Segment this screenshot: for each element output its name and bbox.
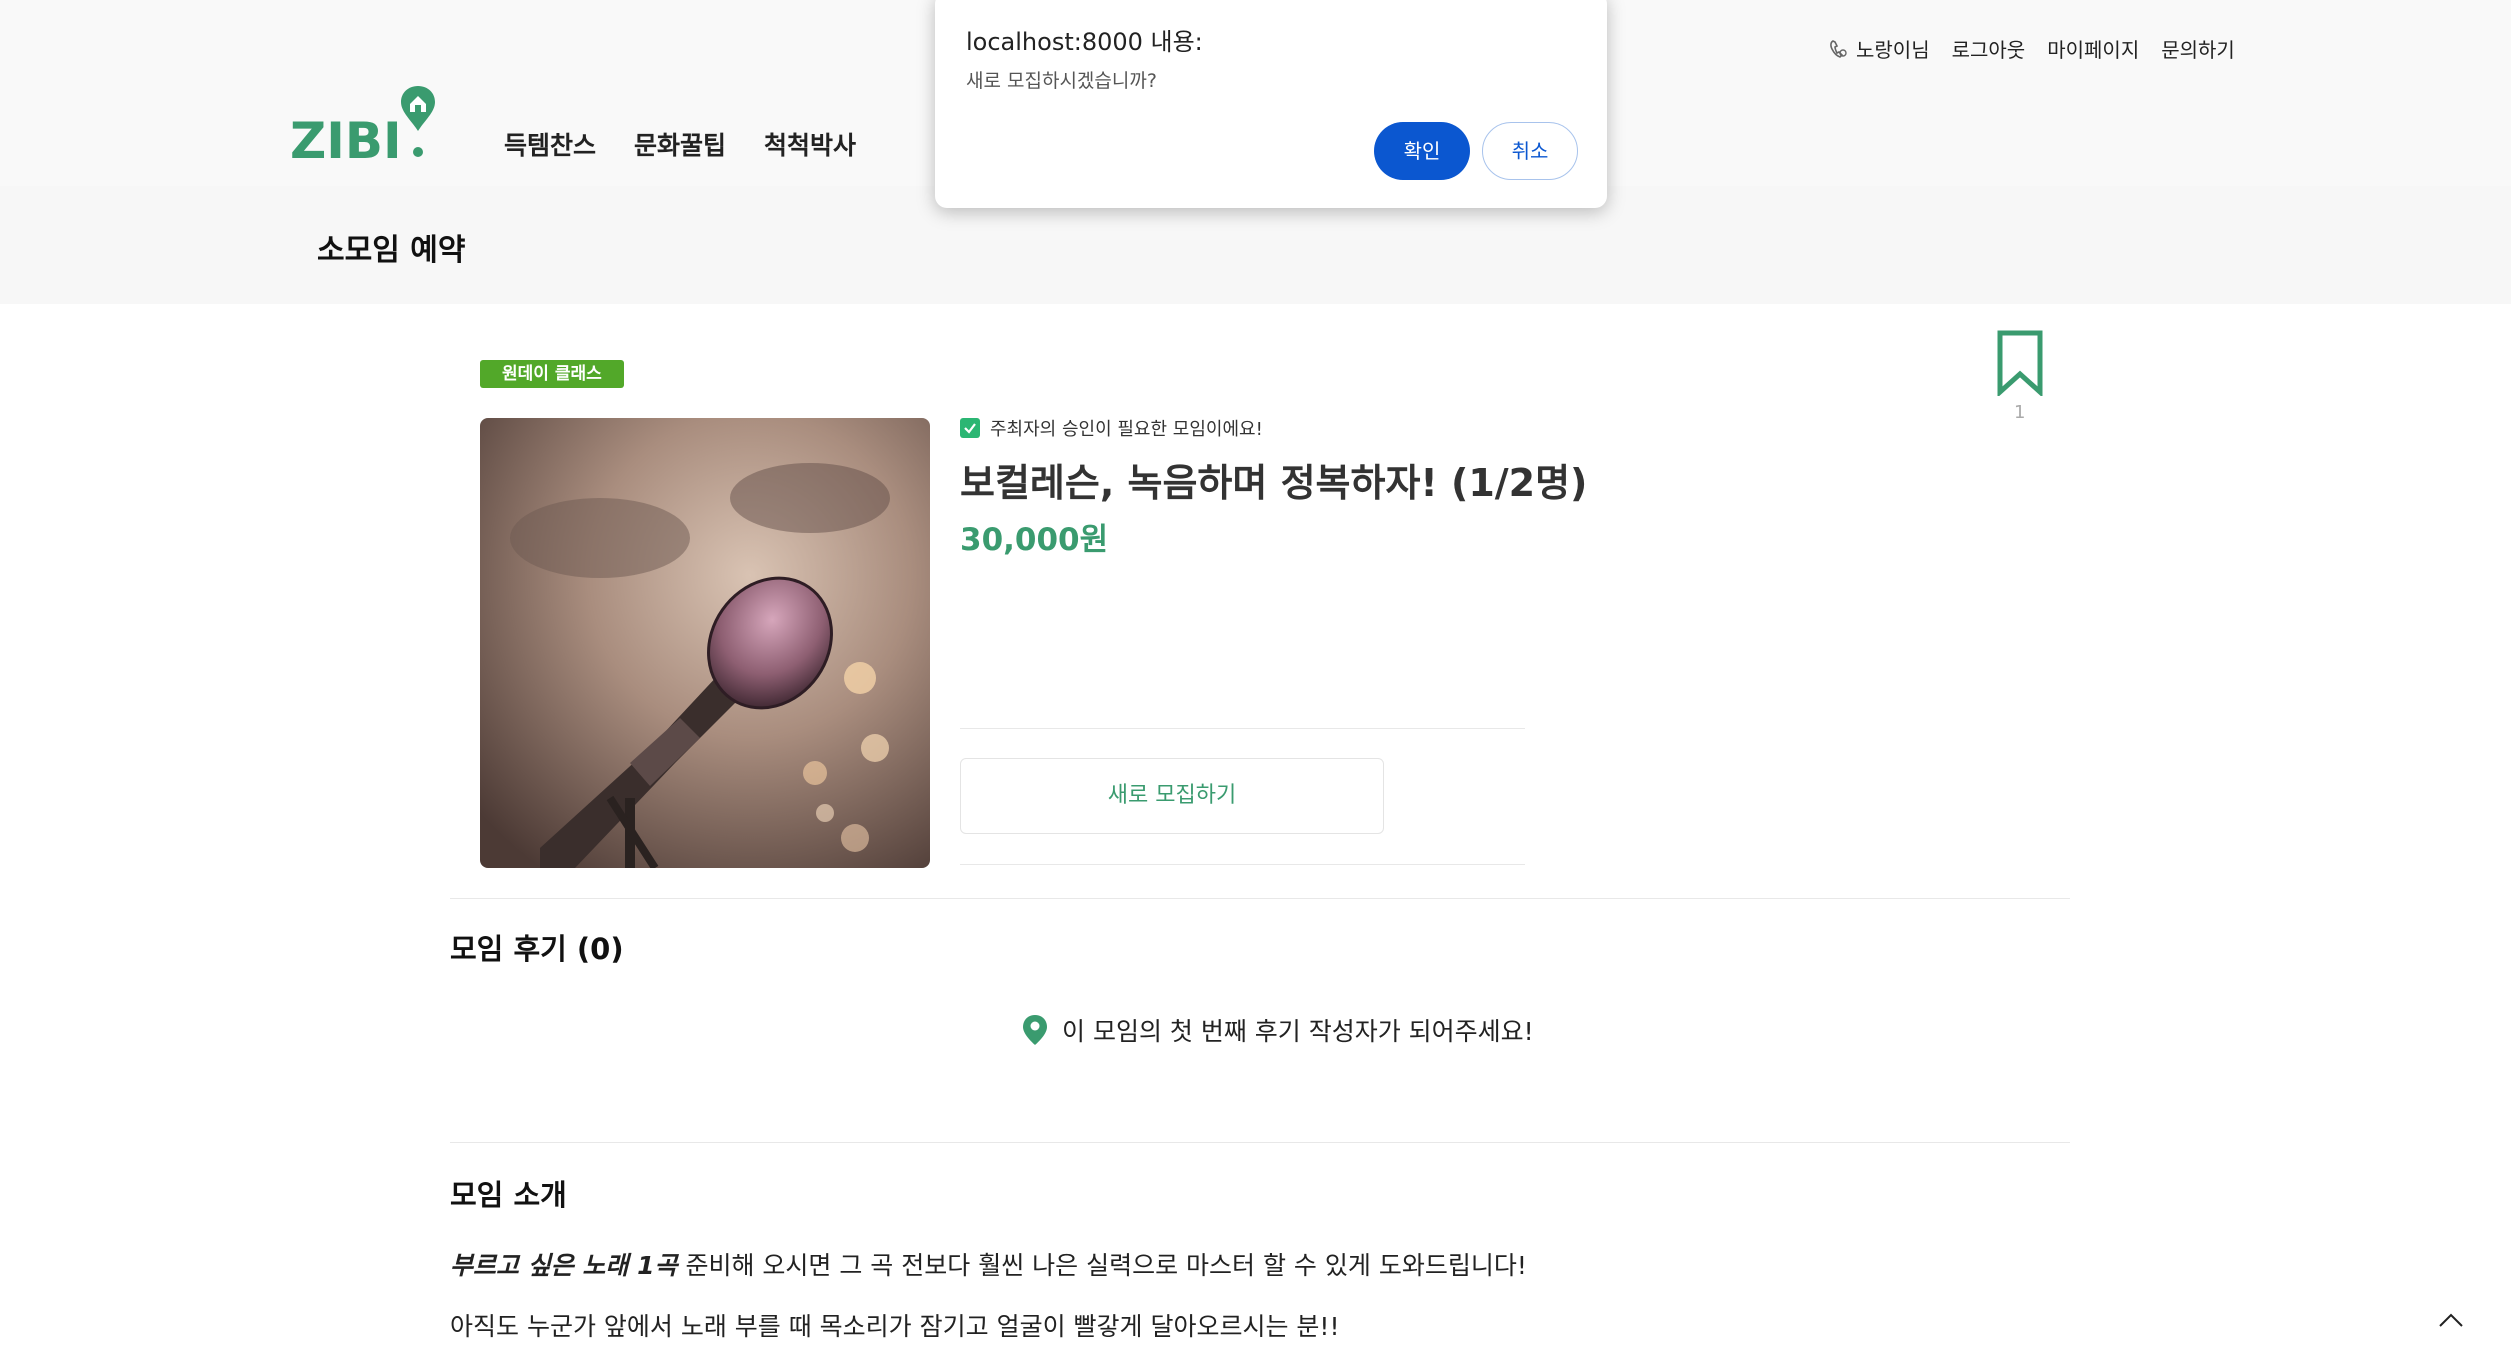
- intro-emphasis: 부르고 싶은 노래 1곡: [450, 1251, 678, 1280]
- inquiry-link[interactable]: 문의하기: [2161, 34, 2235, 63]
- intro-line-1-text: 준비해 오시면 그 곡 전보다 훨씬 나은 실력으로 마스터 할 수 있게 도와…: [677, 1251, 1527, 1280]
- utility-nav: 노랑이님 로그아웃 마이페이지 문의하기: [1828, 34, 2235, 63]
- mypage-link[interactable]: 마이페이지: [2047, 34, 2139, 63]
- recruit-button[interactable]: 새로 모집하기: [960, 758, 1384, 834]
- bookmark-icon[interactable]: [1996, 330, 2044, 396]
- scroll-top-icon[interactable]: [2436, 1310, 2466, 1330]
- section-divider: [450, 898, 2070, 899]
- confirm-dialog: localhost:8000 내용: 새로 모집하시겠습니까? 확인 취소: [935, 0, 1607, 208]
- user-menu[interactable]: 노랑이님: [1828, 34, 1930, 63]
- zibi-logo[interactable]: ZIBI: [290, 84, 438, 160]
- main-nav: 득템찬스 문화꿀팁 척척박사: [504, 126, 856, 162]
- intro-line-1: 부르고 싶은 노래 1곡 준비해 오시면 그 곡 전보다 훨씬 나은 실력으로 …: [450, 1246, 1527, 1282]
- approval-text: 주최자의 승인이 필요한 모임이에요!: [990, 419, 1263, 440]
- dialog-message: 새로 모집하시겠습니까?: [966, 70, 1157, 92]
- approval-notice: 주최자의 승인이 필요한 모임이에요!: [960, 415, 1263, 441]
- user-status-icon: [1830, 39, 1847, 58]
- section-divider: [450, 1142, 2070, 1143]
- review-empty-text: 이 모임의 첫 번째 후기 작성자가 되어주세요!: [1062, 1017, 1534, 1046]
- meetup-title: 보컬레슨, 녹음하며 정복하자! (1/2명): [960, 461, 1588, 505]
- divider: [960, 728, 1525, 729]
- bookmark-count: 1: [2014, 402, 2026, 423]
- logo-text: ZIBI: [290, 112, 402, 160]
- location-pin-icon: [1023, 1015, 1047, 1045]
- category-badge: 원데이 클래스: [480, 360, 624, 388]
- page-title: 소모임 예약: [317, 233, 466, 268]
- dialog-title: localhost:8000 내용:: [966, 28, 1203, 56]
- dialog-ok-button[interactable]: 확인: [1374, 122, 1470, 180]
- dialog-cancel-button[interactable]: 취소: [1482, 122, 1578, 180]
- intro-line-2: 아직도 누군가 앞에서 노래 부를 때 목소리가 잠기고 얼굴이 빨갛게 달아오…: [450, 1312, 1340, 1341]
- divider: [960, 864, 1525, 865]
- nav-item-expert[interactable]: 척척박사: [764, 126, 856, 162]
- reviews-heading: 모임 후기 (0): [450, 932, 624, 966]
- logout-link[interactable]: 로그아웃: [1952, 34, 2026, 63]
- nav-item-deals[interactable]: 득템찬스: [504, 126, 596, 162]
- intro-heading: 모임 소개: [450, 1178, 567, 1212]
- review-empty-state: 이 모임의 첫 번째 후기 작성자가 되어주세요!: [1022, 1012, 1534, 1048]
- username-label: 노랑이님: [1856, 38, 1930, 62]
- nav-item-culture-tips[interactable]: 문화꿀팁: [634, 126, 726, 162]
- meetup-photo: [480, 418, 930, 868]
- meetup-price: 30,000원: [960, 522, 1109, 558]
- check-icon: [960, 418, 980, 438]
